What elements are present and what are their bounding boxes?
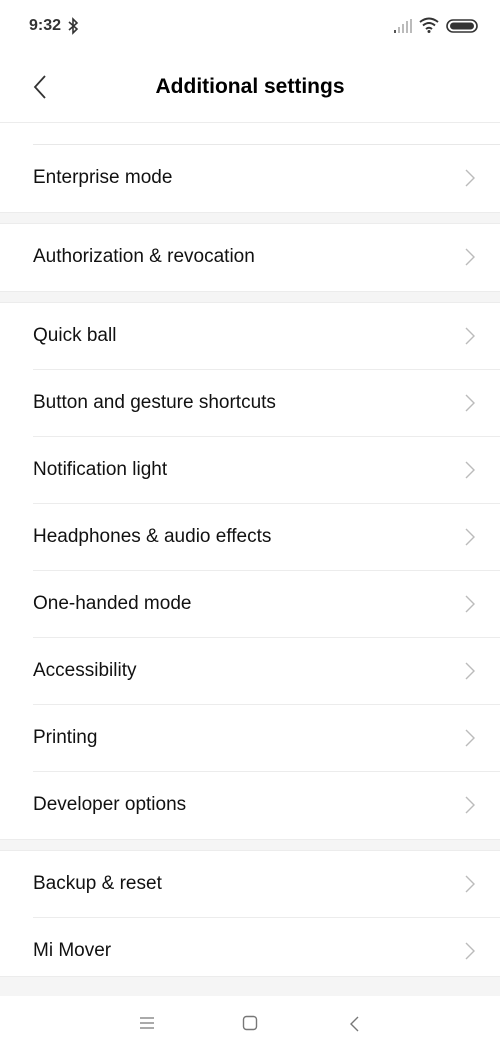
list-item-label: One-handed mode [33,593,192,614]
list-item-label: Notification light [33,459,168,480]
list-item-headphones-audio[interactable]: Headphones & audio effects [0,504,500,571]
list-item-label: Printing [33,727,98,748]
page-title: Additional settings [155,75,345,98]
list-item-button-gesture-shortcuts[interactable]: Button and gesture shortcuts [0,370,500,437]
list-item-label: Authorization & revocation [33,246,255,267]
chevron-right-icon [465,662,475,680]
list-item-label: Accessibility [33,660,137,681]
list-item-one-handed-mode[interactable]: One-handed mode [0,571,500,638]
list-item-mi-mover[interactable]: Mi Mover [0,918,500,985]
navigation-bar [0,996,500,1056]
chevron-right-icon [465,796,475,814]
bluetooth-icon [68,17,79,35]
list-item-label: Headphones & audio effects [33,526,272,547]
signal-icon [394,19,412,33]
list-item-backup-reset[interactable]: Backup & reset [0,851,500,918]
list-item-label: Mi Mover [33,940,112,961]
section-divider [0,291,500,303]
status-bar: 9:32 [0,0,500,55]
chevron-right-icon [465,729,475,747]
chevron-right-icon [465,327,475,345]
section-divider [0,839,500,851]
list-item-label: Quick ball [33,325,117,346]
section-divider [0,212,500,224]
list-item-notification-light[interactable]: Notification light [0,437,500,504]
chevron-right-icon [465,169,475,187]
header: Additional settings [0,55,500,123]
menu-icon[interactable] [139,1016,155,1030]
wifi-icon [419,17,439,33]
home-square-icon[interactable] [242,1015,258,1031]
list-item-accessibility[interactable]: Accessibility [0,638,500,705]
settings-list: Enterprise mode Authorization & revocati… [0,122,500,985]
list-item-developer-options[interactable]: Developer options [0,772,500,839]
list-item-label: Button and gesture shortcuts [33,392,276,413]
chevron-right-icon [465,394,475,412]
list-item-printing[interactable]: Printing [0,705,500,772]
partial-list-item[interactable] [33,122,500,145]
list-item-label: Backup & reset [33,873,162,894]
chevron-right-icon [465,875,475,893]
back-triangle-icon[interactable] [348,1015,360,1033]
section-divider [0,976,500,997]
list-item-label: Enterprise mode [33,167,173,188]
chevron-right-icon [465,595,475,613]
chevron-right-icon [465,248,475,266]
list-item-authorization-revocation[interactable]: Authorization & revocation [0,224,500,291]
status-time: 9:32 [29,17,62,34]
battery-icon [446,19,478,33]
list-item-label: Developer options [33,794,187,815]
list-item-quick-ball[interactable]: Quick ball [0,303,500,370]
chevron-right-icon [465,528,475,546]
chevron-right-icon [465,942,475,960]
chevron-right-icon [465,461,475,479]
list-item-enterprise-mode[interactable]: Enterprise mode [0,145,500,212]
